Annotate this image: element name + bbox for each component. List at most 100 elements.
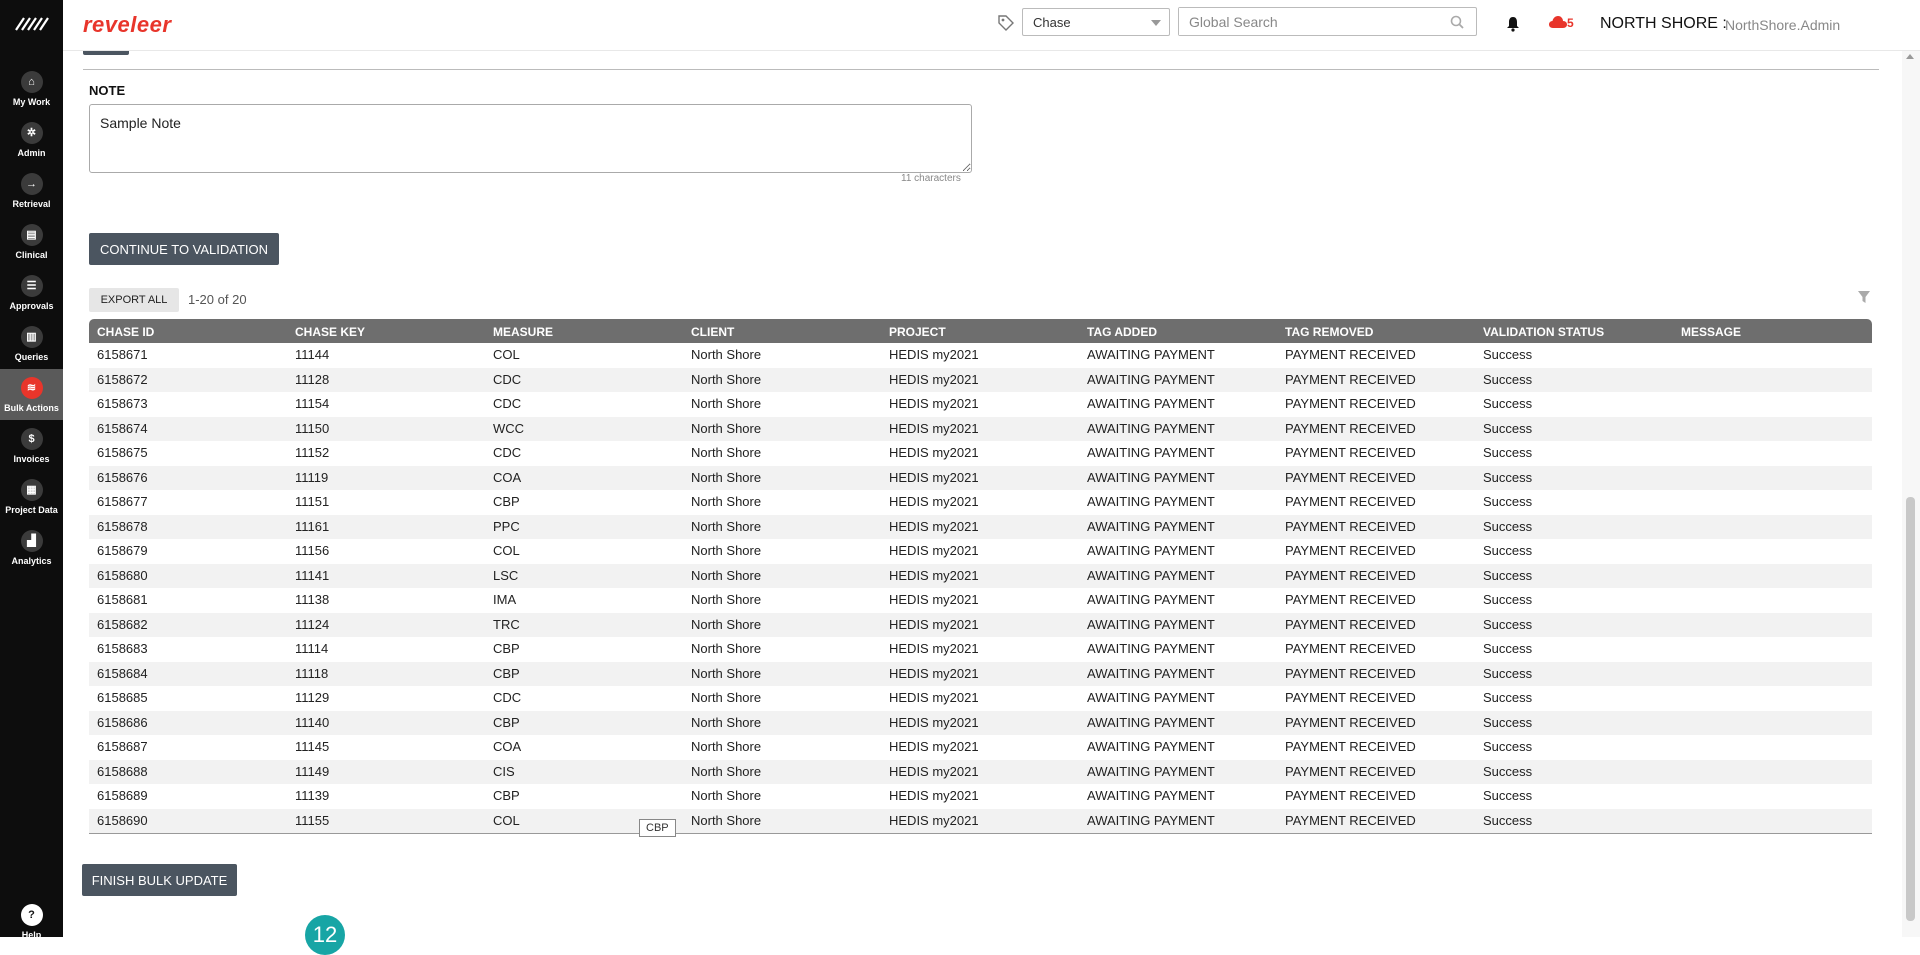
table-cell: AWAITING PAYMENT bbox=[1087, 518, 1215, 534]
sidebar-item-invoices[interactable]: $ Invoices bbox=[0, 420, 63, 471]
tag-icon[interactable] bbox=[997, 14, 1015, 32]
table-cell: North Shore bbox=[691, 641, 762, 656]
column-header[interactable]: MESSAGE bbox=[1673, 319, 1872, 343]
table-row[interactable]: 6158683 11114 CBP North Shore HEDIS my2021 AW… bbox=[89, 637, 1872, 662]
top-header: reveleer Chase 5 NORTH SHORE : NorthShor… bbox=[63, 0, 1920, 51]
previous-button[interactable] bbox=[83, 51, 129, 55]
scroll-up-icon[interactable] bbox=[1906, 54, 1914, 59]
user-name[interactable]: NorthShore.Admin bbox=[1725, 17, 1840, 33]
table-cell: PAYMENT RECEIVED bbox=[1285, 445, 1416, 460]
table-cell: TRC bbox=[493, 616, 520, 632]
column-header[interactable]: CHASE ID bbox=[89, 319, 287, 343]
column-header[interactable]: PROJECT bbox=[881, 319, 1079, 343]
table-cell bbox=[1673, 686, 1872, 711]
table-cell: AWAITING PAYMENT bbox=[1087, 445, 1215, 460]
table-cell bbox=[1673, 735, 1872, 760]
table-row[interactable]: 6158673 11154 CDC North Shore HEDIS my2021 AW… bbox=[89, 392, 1872, 417]
table-cell bbox=[1673, 368, 1872, 393]
export-all-button[interactable]: EXPORT ALL bbox=[89, 288, 179, 312]
table-row[interactable]: 6158687 11145 COA North Shore HEDIS my2021 AW… bbox=[89, 735, 1872, 760]
table-cell bbox=[1673, 711, 1872, 736]
table-cell: COL bbox=[493, 543, 520, 558]
table-cell bbox=[1673, 784, 1872, 809]
note-textarea[interactable]: Sample Note bbox=[89, 104, 972, 173]
column-header[interactable]: CLIENT bbox=[683, 319, 881, 343]
layers-icon: ≋ bbox=[20, 376, 43, 399]
table-row[interactable]: 6158681 11138 IMA North Shore HEDIS my2021 AW… bbox=[89, 588, 1872, 613]
sidebar-item-admin[interactable]: ✲ Admin bbox=[0, 114, 63, 165]
table-cell: 11154 bbox=[295, 396, 330, 411]
search-icon[interactable] bbox=[1450, 15, 1464, 29]
sidebar-item-bulk-actions[interactable]: ≋ Bulk Actions bbox=[0, 369, 63, 420]
cloud-icon[interactable] bbox=[1548, 15, 1568, 29]
table-row[interactable]: 6158688 11149 CIS North Shore HEDIS my2021 AW… bbox=[89, 759, 1872, 785]
table-row[interactable]: 6158672 11128 CDC North Shore HEDIS my2021 AW… bbox=[89, 367, 1872, 393]
table-row[interactable]: 6158674 11150 WCC North Shore HEDIS my2021 AW… bbox=[89, 416, 1872, 441]
table-row[interactable]: 6158684 11118 CBP North Shore HEDIS my2021 AW… bbox=[89, 661, 1872, 686]
table-cell: CBP bbox=[493, 665, 520, 681]
search-type-select[interactable]: Chase bbox=[1022, 8, 1170, 36]
column-header[interactable]: TAG REMOVED bbox=[1277, 319, 1475, 343]
sidebar-item-help[interactable]: ? Help bbox=[0, 896, 63, 947]
table-cell: Success bbox=[1483, 371, 1533, 387]
sidebar-item-clinical[interactable]: ▤ Clinical bbox=[0, 216, 63, 267]
table-row[interactable]: 6158689 11139 CBP North Shore HEDIS my2021 AW… bbox=[89, 784, 1872, 809]
filter-icon[interactable] bbox=[1858, 291, 1870, 304]
table-cell: CDC bbox=[493, 690, 522, 705]
column-header[interactable]: MEASURE bbox=[485, 319, 683, 343]
table-row[interactable]: 6158671 11144 COL North Shore HEDIS my2021 AW… bbox=[89, 343, 1872, 368]
table-cell: AWAITING PAYMENT bbox=[1087, 592, 1215, 607]
app-logo-icon[interactable] bbox=[14, 14, 50, 34]
table-row[interactable]: 6158678 11161 PPC North Shore HEDIS my2021 AW… bbox=[89, 514, 1872, 539]
sidebar-item-label: Analytics bbox=[11, 555, 52, 566]
table-cell: AWAITING PAYMENT bbox=[1087, 739, 1215, 754]
table-row[interactable]: 6158682 11124 TRC North Shore HEDIS my2021 AW… bbox=[89, 612, 1872, 637]
bell-icon[interactable] bbox=[1506, 16, 1520, 32]
sidebar-item-queries[interactable]: ▥ Queries bbox=[0, 318, 63, 369]
table-row[interactable]: 6158677 11151 CBP North Shore HEDIS my2021 AW… bbox=[89, 490, 1872, 515]
table-cell bbox=[1673, 809, 1872, 834]
scrollbar-thumb[interactable] bbox=[1906, 497, 1915, 921]
global-search bbox=[1178, 7, 1477, 36]
table-cell: AWAITING PAYMENT bbox=[1087, 420, 1215, 436]
table-cell bbox=[1673, 760, 1872, 785]
table-cell: Success bbox=[1483, 812, 1533, 828]
sidebar-item-label: Clinical bbox=[15, 249, 48, 260]
table-cell: 11149 bbox=[295, 763, 330, 779]
table-row[interactable]: 6158679 11156 COL North Shore HEDIS my2021 AW… bbox=[89, 539, 1872, 564]
finish-bulk-update-button[interactable]: FINISH BULK UPDATE bbox=[82, 864, 237, 896]
sidebar-item-analytics[interactable]: ▟ Analytics bbox=[0, 522, 63, 573]
table-cell: PAYMENT RECEIVED bbox=[1285, 812, 1416, 828]
table-cell: 6158685 bbox=[97, 690, 148, 705]
table-row[interactable]: 6158686 11140 CBP North Shore HEDIS my2021 AW… bbox=[89, 710, 1872, 736]
table-row[interactable]: 6158675 11152 CDC North Shore HEDIS my2021 AW… bbox=[89, 441, 1872, 466]
table-cell: HEDIS my2021 bbox=[889, 543, 979, 558]
table-cell: PAYMENT RECEIVED bbox=[1285, 518, 1416, 534]
cloud-count[interactable]: 5 bbox=[1567, 16, 1574, 30]
sidebar-item-approvals[interactable]: ☰ Approvals bbox=[0, 267, 63, 318]
sidebar-item-project-data[interactable]: ▦ Project Data bbox=[0, 471, 63, 522]
table-cell: North Shore bbox=[691, 518, 762, 534]
table-cell: North Shore bbox=[691, 420, 762, 436]
table-body: 6158671 11144 COL North Shore HEDIS my2021 AW… bbox=[89, 343, 1872, 833]
continue-to-validation-button[interactable]: CONTINUE TO VALIDATION bbox=[89, 233, 279, 265]
table-cell: 11114 bbox=[295, 641, 329, 656]
brand-logo[interactable]: reveleer bbox=[83, 12, 171, 38]
table-row[interactable]: 6158680 11141 LSC North Shore HEDIS my2021 AW… bbox=[89, 563, 1872, 588]
sidebar-item-label: Queries bbox=[14, 351, 49, 362]
global-search-input[interactable] bbox=[1179, 8, 1434, 35]
column-header[interactable]: VALIDATION STATUS bbox=[1475, 319, 1673, 343]
column-header[interactable]: CHASE KEY bbox=[287, 319, 485, 343]
table-cell: Success bbox=[1483, 788, 1533, 803]
sidebar-item-retrieval[interactable]: → Retrieval bbox=[0, 165, 63, 216]
sidebar-item-my-work[interactable]: ⌂ My Work bbox=[0, 63, 63, 114]
table-row[interactable]: 6158690 11155 COL North Shore HEDIS my2021 AW… bbox=[89, 808, 1872, 834]
table-cell: 6158681 bbox=[97, 592, 148, 607]
column-header[interactable]: TAG ADDED bbox=[1079, 319, 1277, 343]
table-row[interactable]: 6158685 11129 CDC North Shore HEDIS my2021 AW… bbox=[89, 686, 1872, 711]
table-row[interactable]: 6158676 11119 COA North Shore HEDIS my2021 AW… bbox=[89, 465, 1872, 490]
table-cell bbox=[1673, 490, 1872, 515]
table-cell: CDC bbox=[493, 445, 522, 460]
table-cell: PAYMENT RECEIVED bbox=[1285, 616, 1416, 632]
table-cell bbox=[1673, 539, 1872, 564]
